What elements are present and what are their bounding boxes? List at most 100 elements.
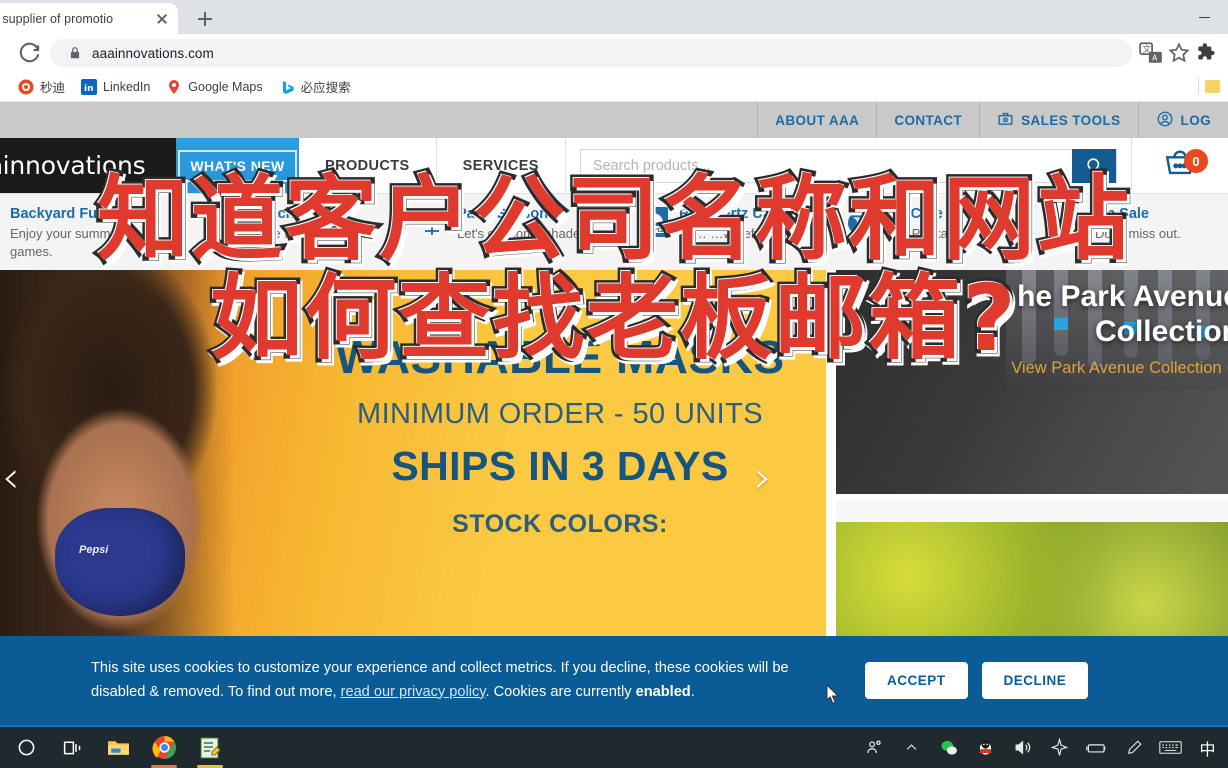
category-sub: Don't miss out. <box>1095 226 1181 242</box>
notepad-button[interactable] <box>190 727 230 768</box>
system-tray: 中 <box>858 727 1228 768</box>
utility-about-aaa[interactable]: ABOUT AAA <box>757 102 876 138</box>
bookmark-miaodi[interactable]: 秒迪 <box>10 75 73 99</box>
task-view-button[interactable] <box>52 727 92 768</box>
rainalertz-icon: alertz <box>638 207 670 239</box>
patio-umbrella-icon <box>416 207 448 239</box>
lock-icon <box>68 46 82 60</box>
puzzle-icon[interactable] <box>1194 40 1220 66</box>
cookie-status: enabled <box>635 683 691 700</box>
accept-button[interactable]: ACCEPT <box>865 662 968 699</box>
hero-copy: WASHABLE MASKS MINIMUM ORDER - 50 UNITS … <box>300 330 820 539</box>
category-sub: Enjoy your summer games. <box>10 226 122 259</box>
cart-button[interactable]: 0 <box>1131 138 1228 193</box>
category-patio-season[interactable]: Patio Season Let's get some shade. <box>406 205 628 243</box>
category-beach-party[interactable]: Beach Party More fun in the sun! <box>200 205 406 243</box>
logo-text: ainnovations <box>0 151 146 180</box>
carousel-next-button[interactable]: › <box>754 456 772 500</box>
hero-carousel-slide[interactable]: Pepsi WASHABLE MASKS MINIMUM ORDER - 50 … <box>0 270 826 684</box>
nav-item-whats-new[interactable]: WHAT'S NEW <box>176 138 299 193</box>
bookmarks-bar: 秒迪 in LinkedIn Google Maps 必应搜索 <box>0 72 1228 102</box>
hero-line-2: MINIMUM ORDER - 50 UNITS <box>357 398 763 430</box>
url-text: aaainnovations.com <box>92 45 214 61</box>
hero-model-photo: Pepsi <box>0 270 300 684</box>
utility-label: CONTACT <box>894 112 963 128</box>
utility-contact[interactable]: CONTACT <box>876 102 979 138</box>
maps-pin-icon <box>166 79 182 95</box>
category-strip: Backyard Fun Enjoy your summer games. Be… <box>0 194 1228 270</box>
star-icon[interactable] <box>1166 40 1192 66</box>
airplane-mode-icon[interactable] <box>1043 727 1076 768</box>
decline-button[interactable]: DECLINE <box>981 662 1089 699</box>
park-avenue-card[interactable]: he Park Avenue Collection View Park Aven… <box>836 270 1228 494</box>
screen: ading supplier of promotio aaainnovation… <box>0 0 1228 768</box>
category-sub: Yo… …w befo… <box>679 226 775 242</box>
pen-icon[interactable] <box>1117 727 1150 768</box>
new-tab-button[interactable] <box>192 6 218 32</box>
ime-indicator[interactable]: 中 <box>1191 727 1224 768</box>
user-circle-icon <box>1156 110 1174 131</box>
cookie-text-3: . <box>690 683 695 700</box>
utility-label: SALES TOOLS <box>1021 112 1121 128</box>
reload-icon[interactable] <box>16 39 44 67</box>
category-title: Patio Season <box>457 206 549 222</box>
address-bar[interactable]: aaainnovations.com <box>50 39 1132 67</box>
category-title: Beach Party <box>251 206 335 222</box>
bookmark-google-maps[interactable]: Google Maps <box>158 75 270 99</box>
category-title: On Sale <box>1095 206 1149 222</box>
category-on-sale[interactable]: On Sale Don't miss out. <box>1044 205 1224 243</box>
utility-sales-tools[interactable]: SALES TOOLS <box>979 102 1137 138</box>
park-avenue-title: he Park Avenue Collection <box>910 280 1228 349</box>
keyboard-icon[interactable] <box>1154 727 1187 768</box>
bookmark-linkedin[interactable]: in LinkedIn <box>73 75 158 99</box>
bookmark-bing[interactable]: 必应搜索 <box>271 75 359 99</box>
nav-item-products[interactable]: PRODUCTS <box>299 138 437 193</box>
nav-item-services[interactable]: SERVICES <box>437 138 566 193</box>
start-button[interactable] <box>6 727 46 768</box>
browser-tab[interactable]: ading supplier of promotio <box>0 3 178 34</box>
show-hidden-icons-chevron[interactable] <box>895 727 928 768</box>
logo-word: innovations <box>2 151 146 180</box>
cookie-message: This site uses cookies to customize your… <box>91 657 821 704</box>
bookmarks-overflow <box>1198 77 1220 95</box>
wechat-icon[interactable] <box>932 727 965 768</box>
cart-count-badge: 0 <box>1184 149 1208 173</box>
category-rainalertz-umbrellas[interactable]: alertz Rainalertz Umbrellas Yo… …w befo… <box>628 205 834 243</box>
search-button[interactable] <box>1072 148 1116 183</box>
search-input[interactable] <box>580 149 1073 182</box>
miaodi-icon <box>18 79 34 95</box>
category-sub: Eco-Packaging <box>885 226 973 242</box>
utility-label: LOG <box>1180 112 1211 128</box>
search-area <box>566 138 1131 193</box>
chrome-button[interactable] <box>144 727 184 768</box>
utility-login[interactable]: LOG <box>1137 102 1228 138</box>
window-controls <box>1183 0 1228 34</box>
battery-icon[interactable] <box>1080 727 1113 768</box>
people-icon[interactable] <box>858 727 891 768</box>
category-we-care[interactable]: We Care Eco-Packaging <box>834 205 1044 243</box>
translate-icon[interactable]: 文 A <box>1138 40 1164 66</box>
qq-icon[interactable] <box>969 727 1002 768</box>
minimize-button[interactable] <box>1183 0 1228 34</box>
nav-label: PRODUCTS <box>325 157 410 174</box>
park-avenue-title-line1: he Park Avenue <box>1017 280 1228 313</box>
privacy-policy-link[interactable]: read our privacy policy <box>341 684 486 700</box>
search-box[interactable] <box>579 148 1117 183</box>
folder-icon[interactable] <box>1205 79 1220 93</box>
file-explorer-button[interactable] <box>98 727 138 768</box>
hero-line-1: WASHABLE MASKS <box>335 331 785 383</box>
mask-brand-label: Pepsi <box>79 544 109 556</box>
site-logo[interactable]: ainnovations <box>0 138 176 193</box>
category-backyard-fun[interactable]: Backyard Fun Enjoy your summer games. <box>0 205 200 260</box>
volume-icon[interactable] <box>1006 727 1039 768</box>
bookmark-label: Google Maps <box>188 79 263 94</box>
bookmark-label: 秒迪 <box>40 81 66 95</box>
category-sub: Let's get some shade. <box>457 226 584 242</box>
park-avenue-link[interactable]: View Park Avenue Collection ⊕ <box>910 358 1228 378</box>
nav-label: WHAT'S NEW <box>178 149 297 182</box>
carousel-prev-button[interactable]: ‹ <box>2 456 20 500</box>
category-title: Backyard Fun <box>10 206 106 222</box>
mouse-cursor <box>826 683 840 710</box>
cookie-text-2: . Cookies are currently <box>485 683 636 700</box>
close-icon[interactable] <box>154 11 170 27</box>
